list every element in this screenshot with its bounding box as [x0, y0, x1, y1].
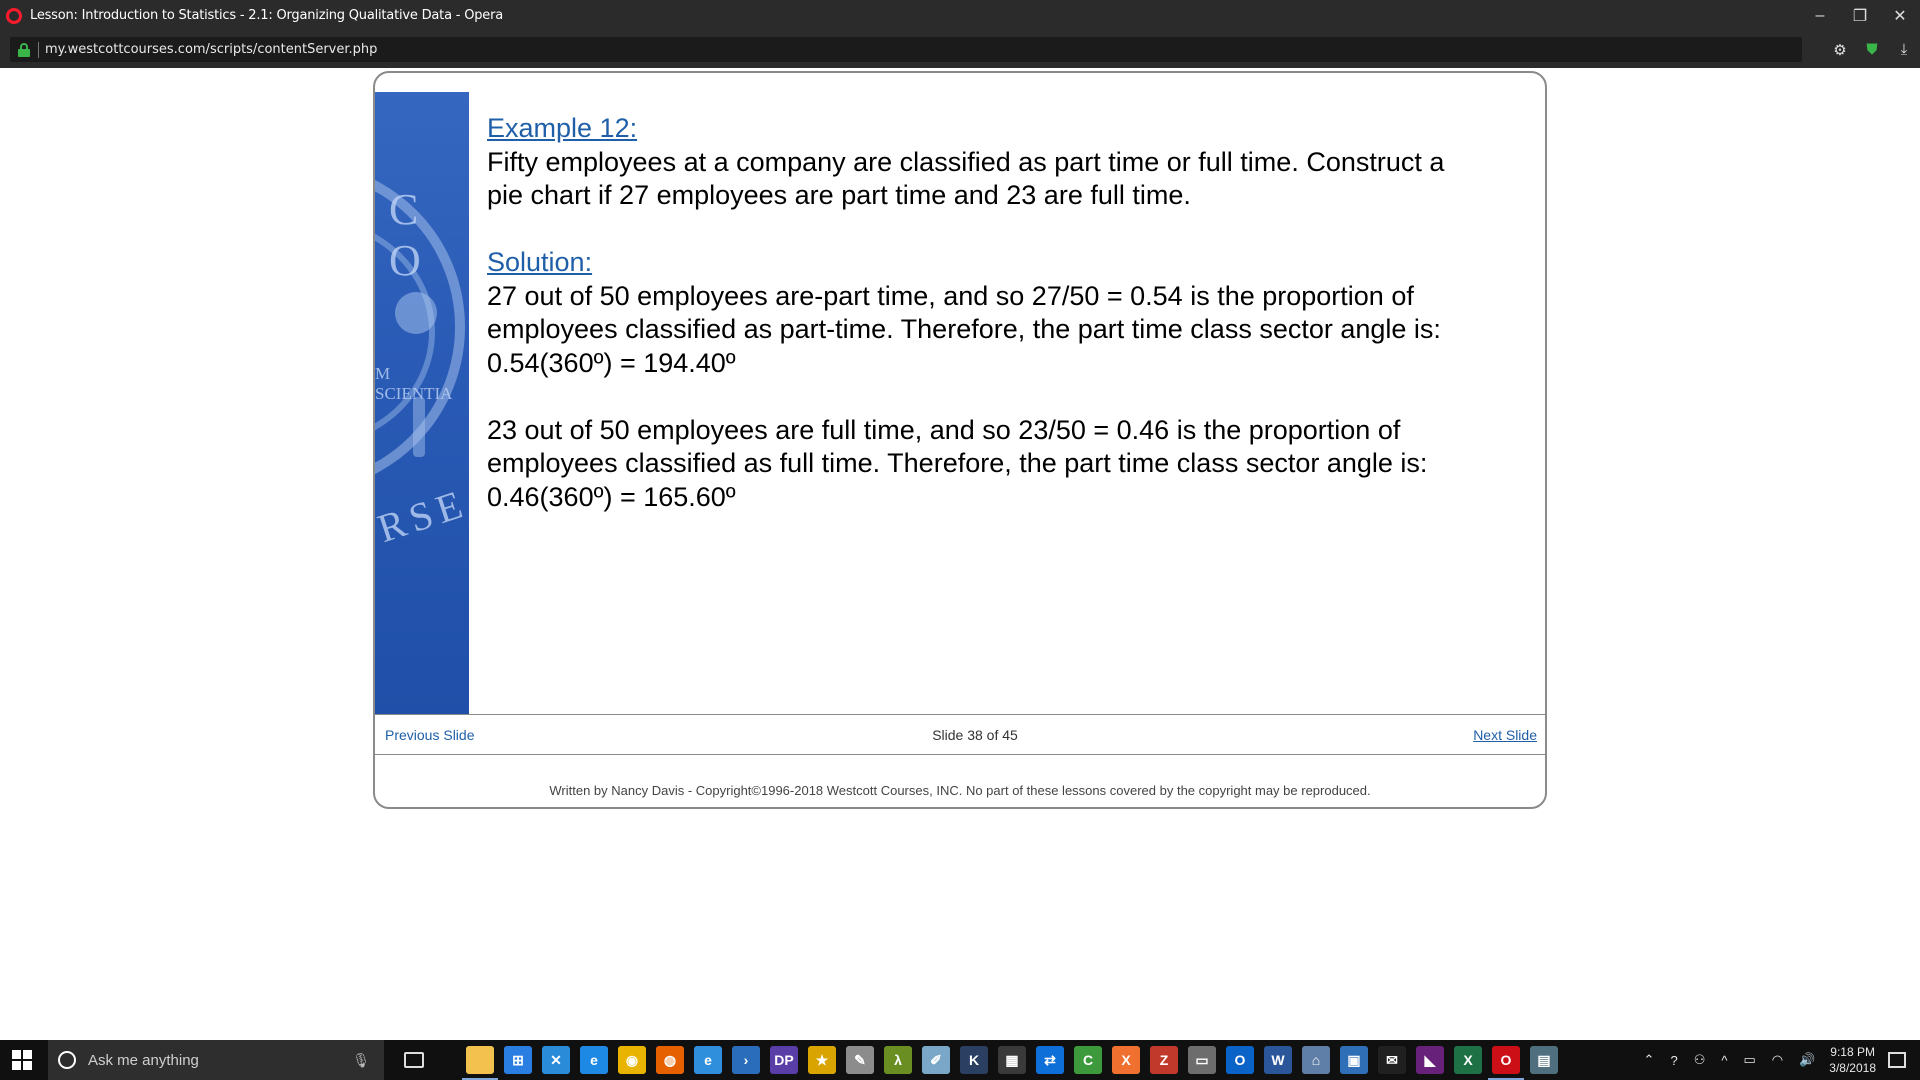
wifi-icon[interactable]: ◠ — [1772, 1052, 1783, 1068]
next-slide-link[interactable]: Next Slide — [1473, 727, 1537, 743]
mail-icon[interactable]: ✉ — [1378, 1046, 1406, 1074]
calculator-icon[interactable]: ▦ — [998, 1046, 1026, 1074]
taskbar-search[interactable]: Ask me anything 🎙 — [48, 1040, 384, 1080]
slide-text: Example 12: Fifty employees at a company… — [487, 112, 1527, 514]
example-heading: Example 12: — [487, 113, 638, 143]
screen-app-icon[interactable]: ▭ — [1188, 1046, 1216, 1074]
taskbar: Ask me anything 🎙 ⊞ ✕ e ◉ ◍ e › DP ★ ✎ λ ✐ K ▦ ⇄ C X Z ▭ O W… — [0, 1040, 1920, 1080]
url-field[interactable]: my.westcottcourses.com/scripts/contentSe… — [10, 37, 1802, 62]
sticky-app-icon[interactable]: ▤ — [1530, 1046, 1558, 1074]
remote-desktop-icon[interactable]: ▣ — [1340, 1046, 1368, 1074]
opera-icon[interactable]: O — [1488, 1046, 1524, 1080]
solution-line: 27 out of 50 employees are-part time, an… — [487, 280, 1414, 311]
solution-line: employees classified as part-time. There… — [487, 314, 1441, 344]
store-icon[interactable]: ⊞ — [504, 1046, 532, 1074]
slide-nav: Slide 38 of 45 Previous Slide Next Slide — [375, 714, 1545, 755]
minimize-button[interactable]: – — [1800, 0, 1840, 31]
clock-time: 9:18 PM — [1830, 1045, 1875, 1059]
windows-start-icon[interactable] — [12, 1050, 32, 1070]
settings-icon[interactable]: ⚙ — [1824, 41, 1856, 59]
excel-icon[interactable]: X — [1454, 1046, 1482, 1074]
system-tray: ⌃ ? ⚇ ^ ▭ ◠ 🔊 9:18 PM 3/8/2018 — [1636, 1040, 1920, 1080]
copyright-text: Written by Nancy Davis - Copyright©1996-… — [549, 783, 1371, 798]
solution-line: 23 out of 50 employees are full time, an… — [487, 414, 1401, 445]
star-app-icon[interactable]: ★ — [808, 1046, 836, 1074]
xampp-icon[interactable]: X — [1112, 1046, 1140, 1074]
powershell-icon[interactable]: › — [732, 1046, 760, 1074]
window-title: Lesson: Introduction to Statistics - 2.1… — [30, 8, 503, 23]
slide-frame: C O M SCIENTIA RSE Example 12: Fifty emp… — [373, 71, 1547, 809]
chevron-up-icon[interactable]: ⌃ — [1644, 1052, 1655, 1068]
download-icon[interactable]: ⤓ — [1888, 41, 1920, 58]
microphone-icon[interactable]: 🎙 — [352, 1052, 370, 1069]
torch-icon — [413, 397, 425, 457]
filezilla-icon[interactable]: Z — [1150, 1046, 1178, 1074]
opera-logo-icon — [6, 7, 22, 24]
internet-explorer-icon[interactable]: e — [694, 1046, 722, 1074]
battery-icon[interactable]: ▭ — [1743, 1052, 1755, 1068]
window-title-bar: Lesson: Introduction to Statistics - 2.1… — [0, 0, 1920, 31]
taskbar-apps: ⊞ ✕ e ◉ ◍ e › DP ★ ✎ λ ✐ K ▦ ⇄ C X Z ▭ O W ⌂ ▣ ✉ ◣ X O ▤ — [462, 1046, 1568, 1080]
lock-icon — [18, 42, 30, 57]
cortana-icon — [58, 1051, 76, 1069]
seal-text-co: C O — [389, 185, 429, 285]
clock-date: 3/8/2018 — [1829, 1061, 1876, 1075]
dp-app-icon[interactable]: DP — [770, 1046, 798, 1074]
solution-line: employees classified as full time. There… — [487, 448, 1428, 478]
globe-icon — [395, 292, 437, 334]
outlook-icon[interactable]: O — [1226, 1046, 1254, 1074]
visual-studio-icon[interactable]: ◣ — [1416, 1046, 1444, 1074]
restore-button[interactable]: ❐ — [1840, 0, 1880, 31]
search-placeholder[interactable]: Ask me anything — [88, 1052, 199, 1069]
word-icon[interactable]: W — [1264, 1046, 1292, 1074]
firefox-icon[interactable]: ◍ — [656, 1046, 684, 1074]
paint-app-icon[interactable]: ✎ — [846, 1046, 874, 1074]
slide-counter: Slide 38 of 45 — [932, 727, 1018, 743]
people-icon[interactable]: ⚇ — [1694, 1052, 1706, 1068]
address-bar: my.westcottcourses.com/scripts/contentSe… — [0, 31, 1920, 68]
solution-line: 0.54(360º) = 194.40º — [487, 347, 736, 378]
visual-studio-tool-icon[interactable]: ✕ — [542, 1046, 570, 1074]
task-view-icon[interactable] — [404, 1052, 424, 1068]
help-icon[interactable]: ? — [1670, 1053, 1677, 1068]
teamviewer-icon[interactable]: ⇄ — [1036, 1046, 1064, 1074]
volume-icon[interactable]: 🔊 — [1799, 1052, 1815, 1068]
kindle-app-icon[interactable]: K — [960, 1046, 988, 1074]
example-line: Fifty employees at a company are classif… — [487, 146, 1445, 177]
previous-slide-link[interactable]: Previous Slide — [385, 727, 475, 743]
taskbar-clock[interactable]: 9:18 PM 3/8/2018 — [1829, 1044, 1876, 1076]
notes-app-icon[interactable]: ✐ — [922, 1046, 950, 1074]
solution-heading: Solution: — [487, 247, 593, 277]
shield-icon[interactable]: ⛊ — [1856, 41, 1888, 58]
example-line: pie chart if 27 employees are part time … — [487, 180, 1191, 210]
side-banner: C O M SCIENTIA RSE — [375, 92, 469, 714]
url-text[interactable]: my.westcottcourses.com/scripts/contentSe… — [45, 42, 377, 57]
show-hidden-icon[interactable]: ^ — [1721, 1053, 1727, 1068]
camtasia-icon[interactable]: C — [1074, 1046, 1102, 1074]
solution-line: 0.46(360º) = 165.60º — [487, 481, 736, 512]
network-app-icon[interactable]: ⌂ — [1302, 1046, 1330, 1074]
file-explorer-icon[interactable] — [462, 1046, 498, 1080]
chrome-icon[interactable]: ◉ — [618, 1046, 646, 1074]
notifications-icon[interactable] — [1888, 1052, 1906, 1068]
close-button[interactable]: ✕ — [1880, 0, 1920, 31]
slide-content-area: C O M SCIENTIA RSE Example 12: Fifty emp… — [375, 92, 1545, 714]
seal-text-rse: RSE — [375, 479, 469, 552]
lambda-app-icon[interactable]: λ — [884, 1046, 912, 1074]
edge-icon[interactable]: e — [580, 1046, 608, 1074]
